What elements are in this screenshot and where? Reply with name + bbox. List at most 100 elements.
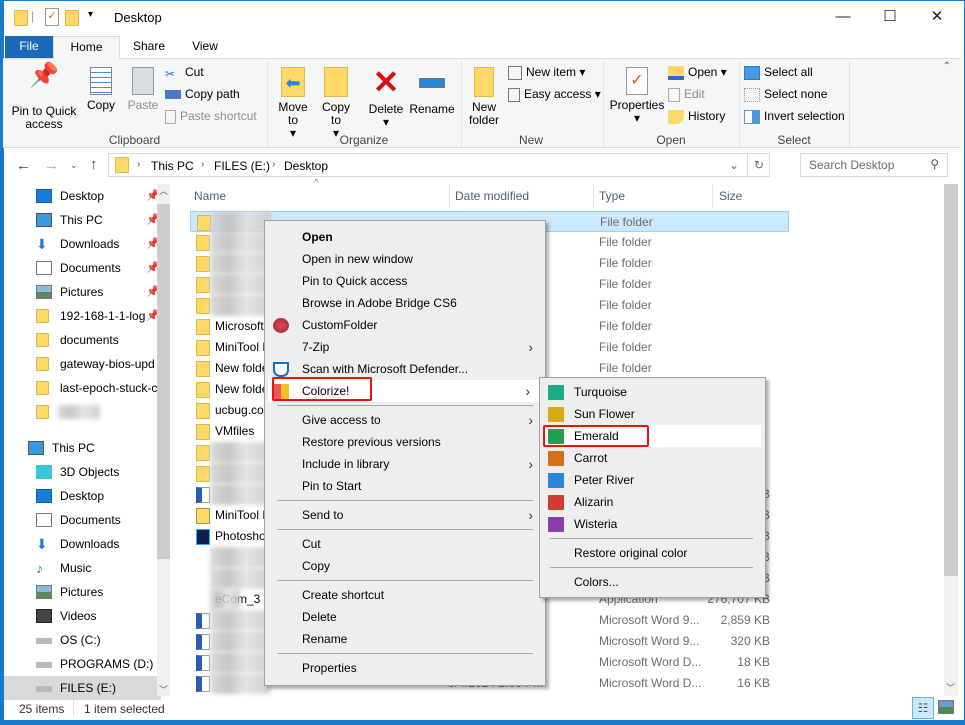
tab-file[interactable]: File — [5, 36, 53, 58]
nav-item[interactable]: last-epoch-stuck-c — [4, 376, 161, 400]
menu-item-customfolder[interactable]: CustomFolder — [265, 314, 545, 336]
nav-item[interactable]: documents — [4, 328, 161, 352]
menu-item-carrot[interactable]: Carrot — [540, 447, 765, 469]
minimize-button[interactable]: — — [823, 4, 863, 30]
menu-item-wisteria[interactable]: Wisteria — [540, 513, 765, 535]
move-to-button[interactable]: ⬅ Move to ▾ — [273, 67, 313, 140]
edit-button[interactable]: Edit — [668, 86, 705, 102]
details-view-button[interactable]: ☷ — [912, 697, 934, 719]
qat-dropdown-icon[interactable]: ▾ — [88, 9, 93, 20]
column-header-name[interactable]: Name — [194, 189, 226, 203]
scroll-down-icon[interactable]: ﹀ — [159, 683, 168, 696]
tab-share[interactable]: Share — [128, 36, 170, 58]
nav-item[interactable]: ⬇ Downloads — [4, 532, 161, 556]
nav-item[interactable]: gateway-bios-upd — [4, 352, 161, 376]
menu-item-send-to[interactable]: Send to › — [265, 504, 545, 526]
nav-scrollbar-thumb[interactable] — [157, 204, 170, 559]
scroll-down-icon[interactable]: ﹀ — [946, 681, 955, 694]
invert-selection-button[interactable]: Invert selection — [744, 108, 845, 124]
new-item-button[interactable]: New item ▾ — [508, 64, 585, 80]
nav-item[interactable]: 3D Objects — [4, 460, 161, 484]
scroll-up-icon[interactable]: ︿ — [159, 184, 168, 197]
menu-item-7-zip[interactable]: 7-Zip › — [265, 336, 545, 358]
paste-button[interactable]: Paste — [123, 67, 163, 112]
properties-button[interactable]: ✓ Properties ▾ — [609, 67, 665, 125]
history-button[interactable]: History — [668, 108, 725, 124]
properties-qat-icon[interactable]: ✓ — [45, 8, 59, 26]
nav-item[interactable]: Desktop — [4, 484, 161, 508]
nav-item[interactable]: Pictures — [4, 580, 161, 604]
open-button[interactable]: Open ▾ — [668, 64, 727, 80]
collapse-ribbon-icon[interactable]: ⌃ — [943, 61, 951, 72]
rename-button[interactable]: Rename — [408, 67, 456, 116]
easy-access-button[interactable]: Easy access ▾ — [508, 86, 601, 102]
nav-item[interactable]: Documents 📌 — [4, 256, 161, 280]
menu-item-restore-original-color[interactable]: Restore original color — [540, 542, 765, 564]
menu-item-rename[interactable]: Rename — [265, 628, 545, 650]
select-none-button[interactable]: Select none — [744, 86, 827, 102]
nav-item[interactable]: FILES (E:) — [4, 676, 161, 700]
address-bar[interactable]: › This PC › FILES (E:) › Desktop ⌄ ↻ — [108, 153, 770, 177]
column-header-type[interactable]: Type — [599, 189, 625, 203]
copy-path-button[interactable]: Copy path — [165, 86, 240, 102]
menu-item-copy[interactable]: Copy — [265, 555, 545, 577]
column-divider[interactable] — [712, 184, 713, 208]
refresh-icon[interactable]: ↻ — [747, 154, 770, 176]
tab-home[interactable]: Home — [53, 36, 120, 59]
menu-item-delete[interactable]: Delete — [265, 606, 545, 628]
menu-item-give-access-to[interactable]: Give access to › — [265, 409, 545, 431]
menu-item-sun-flower[interactable]: Sun Flower — [540, 403, 765, 425]
maximize-button[interactable]: ☐ — [870, 4, 910, 30]
menu-item-open-in-new-window[interactable]: Open in new window — [265, 248, 545, 270]
recent-locations-icon[interactable]: ⌄ — [70, 160, 78, 171]
breadcrumb-files-drive[interactable]: FILES (E:) — [214, 159, 270, 173]
large-icons-view-button[interactable] — [938, 700, 954, 714]
back-button[interactable]: ← — [16, 157, 31, 174]
nav-item[interactable] — [4, 400, 161, 424]
menu-item-open[interactable]: Open — [265, 226, 545, 248]
menu-item-restore-previous-versions[interactable]: Restore previous versions — [265, 431, 545, 453]
menu-item-peter-river[interactable]: Peter River — [540, 469, 765, 491]
select-all-button[interactable]: Select all — [744, 64, 813, 80]
nav-item[interactable]: PROGRAMS (D:) — [4, 652, 161, 676]
breadcrumb-desktop[interactable]: Desktop — [284, 159, 328, 173]
forward-button[interactable]: → — [44, 157, 59, 174]
column-header-date[interactable]: Date modified — [455, 189, 529, 203]
nav-item[interactable]: OS (C:) — [4, 628, 161, 652]
copy-button[interactable]: Copy — [81, 67, 121, 112]
nav-item[interactable]: Documents — [4, 508, 161, 532]
nav-item[interactable]: ⬇ Downloads 📌 — [4, 232, 161, 256]
column-divider[interactable] — [449, 184, 450, 208]
menu-item-create-shortcut[interactable]: Create shortcut — [265, 584, 545, 606]
tab-view[interactable]: View — [185, 36, 225, 58]
menu-item-alizarin[interactable]: Alizarin — [540, 491, 765, 513]
paste-shortcut-button[interactable]: Paste shortcut — [165, 108, 257, 124]
nav-item[interactable]: ♪ Music — [4, 556, 161, 580]
file-list-scrollbar[interactable]: ﹀ — [944, 184, 958, 696]
column-header-size[interactable]: Size — [719, 189, 742, 203]
copy-to-button[interactable]: Copy to ▾ — [316, 67, 356, 140]
menu-item-include-in-library[interactable]: Include in library › — [265, 453, 545, 475]
menu-item-properties[interactable]: Properties — [265, 657, 545, 679]
delete-button[interactable]: ✕ Delete ▾ — [366, 66, 406, 129]
nav-item[interactable]: Videos — [4, 604, 161, 628]
menu-item-turquoise[interactable]: Turquoise — [540, 381, 765, 403]
address-dropdown-icon[interactable]: ⌄ — [729, 158, 739, 172]
nav-item[interactable]: 192-168-1-1-log 📌 — [4, 304, 161, 328]
menu-item-pin-to-start[interactable]: Pin to Start — [265, 475, 545, 497]
pin-to-quick-access-button[interactable]: 📌 Pin to Quick access — [9, 64, 79, 131]
nav-item[interactable]: Pictures 📌 — [4, 280, 161, 304]
new-folder-button[interactable]: New folder — [463, 67, 505, 127]
search-input[interactable]: Search Desktop ⚲ — [800, 153, 948, 177]
menu-item-browse-in-adobe-bridge-cs6[interactable]: Browse in Adobe Bridge CS6 — [265, 292, 545, 314]
up-button[interactable]: ↑ — [90, 156, 98, 173]
nav-item[interactable]: This PC — [4, 436, 161, 460]
menu-item-colors[interactable]: Colors... — [540, 571, 765, 593]
menu-item-pin-to-quick-access[interactable]: Pin to Quick access — [265, 270, 545, 292]
column-divider[interactable] — [593, 184, 594, 208]
cut-button[interactable]: ✂ Cut — [165, 64, 204, 81]
nav-item[interactable]: Desktop 📌 — [4, 184, 161, 208]
new-folder-qat-icon[interactable] — [65, 10, 79, 26]
file-list-scrollbar-thumb[interactable] — [944, 184, 958, 576]
nav-scrollbar[interactable]: ︿ ﹀ — [157, 184, 170, 696]
